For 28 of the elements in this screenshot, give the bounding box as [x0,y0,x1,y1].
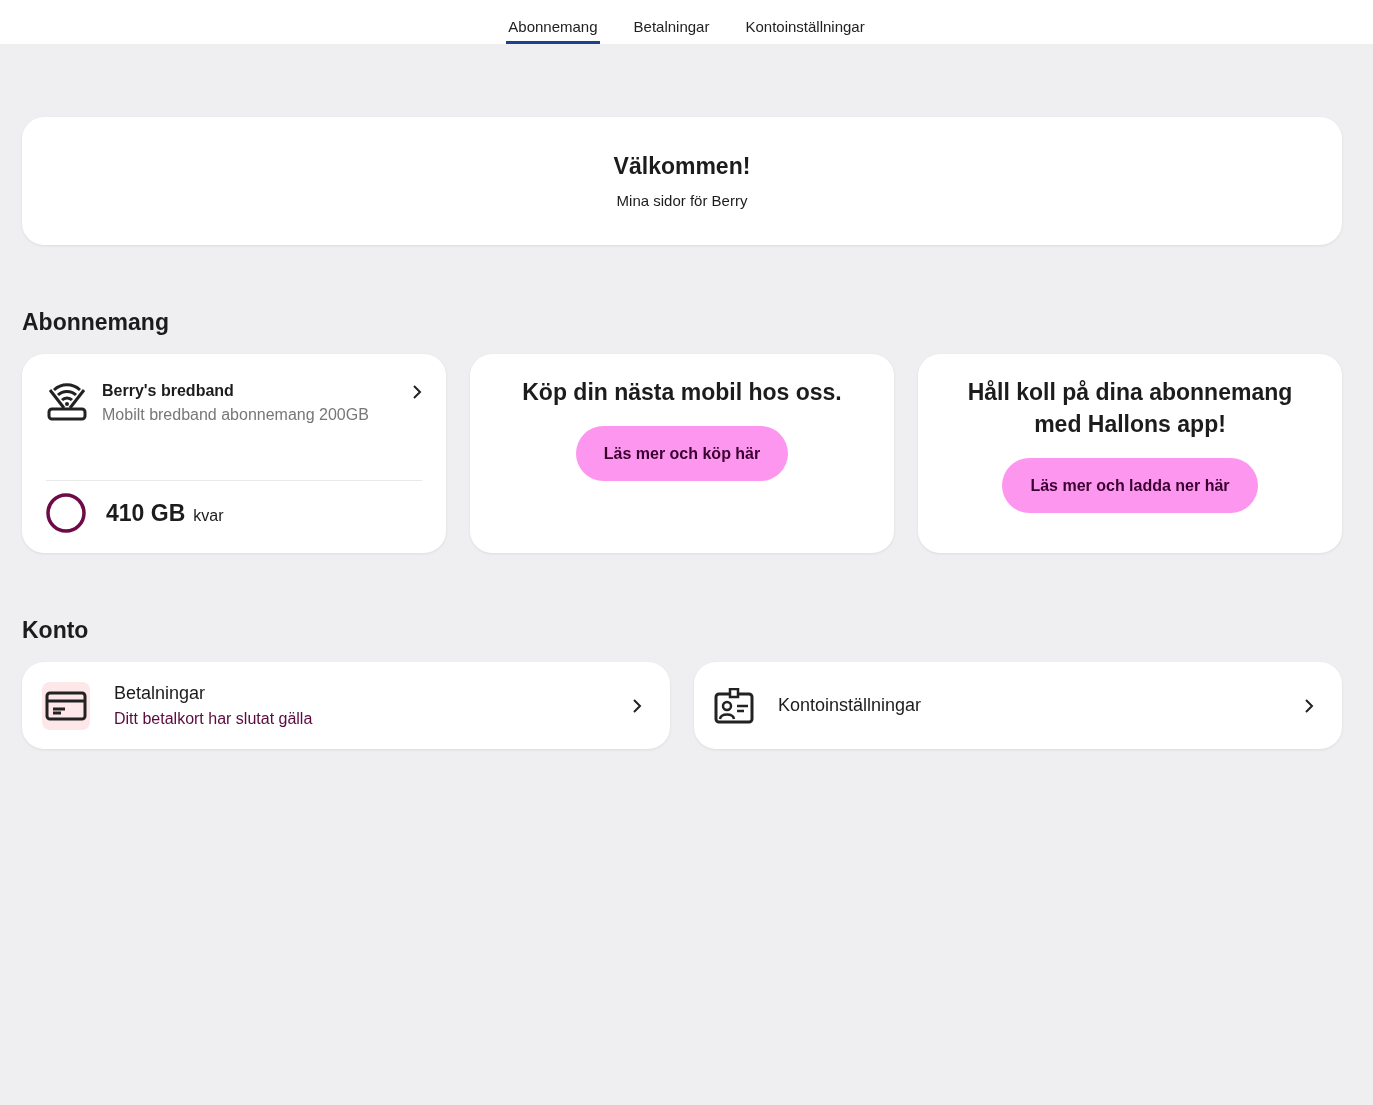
data-remaining: 410 GB [106,499,186,526]
account-link-card[interactable]: Kontoinställningar [694,662,1342,749]
account-link-title: Betalningar [114,683,207,704]
plan-name: Mobilt bredband abonnemang 200GB [102,406,369,424]
chevron-right-icon [632,697,642,714]
promo-title: Köp din nästa mobil hos oss. [522,378,842,407]
promo-title: Håll koll på dina abonnemang med Hallons app! [966,378,1294,439]
subscription-card[interactable]: Berry's bredband Mobilt bredband abonnemang 200GB 410 GB kvar [22,354,446,553]
nav-tab[interactable]: Betalningar [631,0,712,44]
product-name: Berry's bredband [102,382,235,400]
chevron-right-icon [412,384,422,400]
promo-button[interactable]: Läs mer och ladda ner här [1002,458,1258,513]
credit-card-icon [42,681,90,730]
data-unit: kvar [193,506,224,524]
welcome-title: Välkommen! [613,153,751,180]
account-link-subtitle: Ditt betalkort har slutat gälla [114,710,313,728]
usage-ring-icon [46,493,86,533]
section-heading: Konto [22,617,90,644]
welcome-subtitle: Mina sidor för Berry [616,192,748,209]
account-link-card[interactable]: Betalningar Ditt betalkort har slutat gälla [22,662,670,749]
nav-tab[interactable]: Abonnemang [506,0,600,44]
account-link-title: Kontoinställningar [778,695,922,716]
section-heading: Abonnemang [22,309,170,336]
router-icon [46,380,88,422]
id-card-icon [714,687,754,724]
nav-tab[interactable]: Kontoinställningar [743,0,867,44]
promo-button[interactable]: Läs mer och köp här [575,426,789,481]
chevron-right-icon [1304,697,1314,714]
